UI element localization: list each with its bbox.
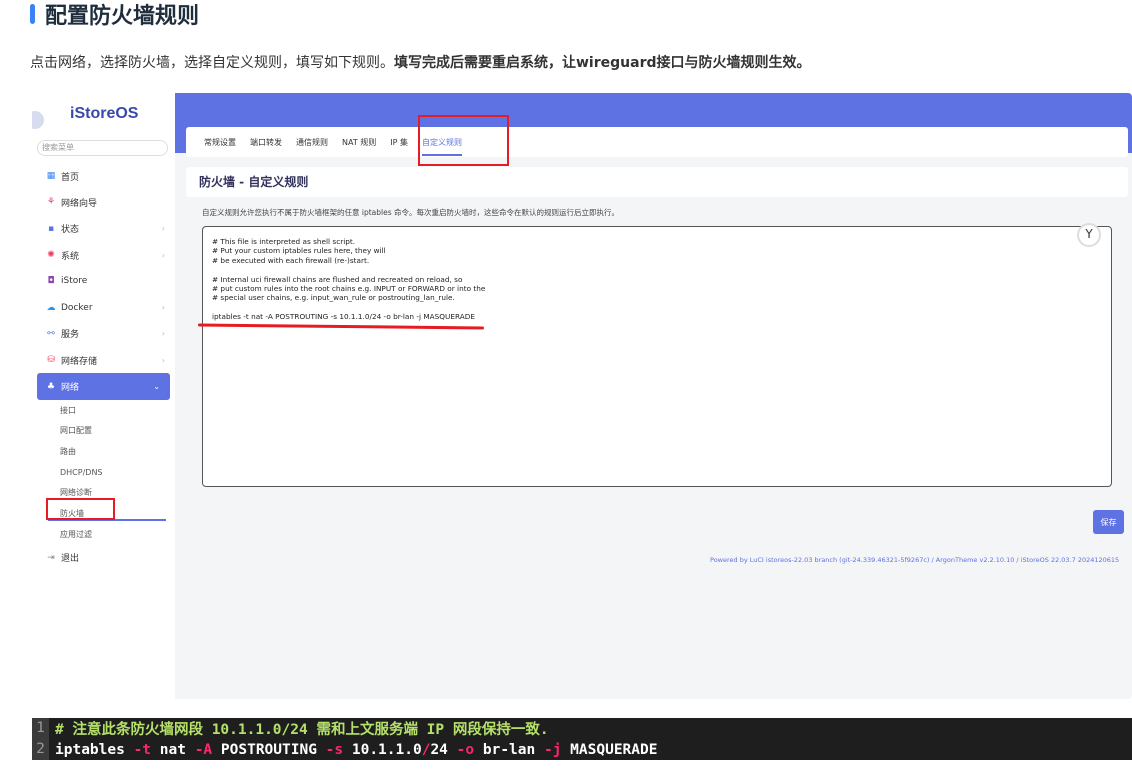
- article-description: 点击网络，选择防火墙，选择自定义规则，填写如下规则。填写完成后需要重启系统，让w…: [30, 55, 811, 71]
- editor-line: iptables -t nat -A POSTROUTING -s 10.1.1…: [212, 312, 475, 322]
- home-icon: ▦: [46, 171, 56, 182]
- highlight-box-custom-rules-tab: [418, 115, 509, 166]
- tab[interactable]: 端口转发: [250, 137, 282, 148]
- sidebar-item[interactable]: ◘ iStore: [32, 268, 175, 294]
- footer-version: Powered by LuCI istoreos-22.03 branch (g…: [710, 556, 1120, 564]
- submenu-item[interactable]: 接口: [32, 400, 175, 421]
- code-option: -j: [543, 741, 562, 758]
- article-heading: 配置防火墙规则: [30, 0, 200, 29]
- sidebar-item[interactable]: ⛁ 网络存储 ›: [32, 347, 175, 373]
- code-token: iptables: [55, 741, 134, 758]
- docker-icon: ☁: [46, 302, 56, 313]
- code-command: iptables -t nat -A POSTROUTING -s 10.1.1…: [55, 742, 657, 758]
- sidebar-item-logout[interactable]: ⇥ 退出: [32, 544, 175, 570]
- sidebar-item-label: Docker: [61, 302, 93, 313]
- code-token: br-lan: [474, 741, 544, 758]
- code-token: nat: [151, 741, 195, 758]
- network-icon: ♣: [46, 381, 56, 392]
- save-button[interactable]: 保存: [1093, 510, 1124, 534]
- sidebar-item-label: 服务: [61, 330, 80, 341]
- router-screenshot: iStoreOS 搜索菜单 ▦ 首页 ⚘ 网络向导 ▪ 状态 › ✺ 系统 › ◘ iStore ☁ Do…: [32, 93, 1132, 699]
- card-description: 自定义规则允许您执行不属于防火墙框架的任意 iptables 命令。每次重启防火…: [202, 208, 620, 217]
- sidebar-item-label: 首页: [61, 172, 80, 183]
- code-token: 24: [430, 741, 457, 758]
- editor-line: # put custom rules into the root chains …: [212, 284, 486, 294]
- code-option: -t: [133, 741, 152, 758]
- submenu-item[interactable]: 应用过滤: [32, 524, 175, 545]
- code-token: 10.1.1.0: [343, 741, 422, 758]
- chevron-icon: ›: [161, 355, 165, 365]
- sidebar-item-label: 系统: [61, 251, 80, 262]
- sidebar-item[interactable]: ☁ Docker ›: [32, 294, 175, 320]
- grammar-assistant-icon[interactable]: Y: [1077, 223, 1101, 247]
- search-menu-input[interactable]: 搜索菜单: [37, 140, 168, 156]
- tab[interactable]: IP 集: [390, 137, 408, 148]
- chevron-icon: ›: [161, 250, 165, 260]
- code-line: 2 iptables -t nat -A POSTROUTING -s 10.1…: [32, 739, 1132, 760]
- service-icon: ⚯: [47, 328, 55, 339]
- tab-bar: 常规设置 端口转发 通信规则 NAT 规则 IP 集自定义规则: [186, 127, 1128, 157]
- code-option: -A: [194, 741, 213, 758]
- tab[interactable]: 常规设置: [204, 137, 236, 148]
- code-line: 1 # 注意此条防火墙网段 10.1.1.0/24 需和上文服务端 IP 网段保…: [32, 718, 1132, 739]
- chevron-icon: ›: [161, 224, 165, 234]
- tab[interactable]: 通信规则: [296, 137, 328, 148]
- chevron-icon: ⌄: [153, 382, 160, 392]
- submenu-item[interactable]: DHCP/DNS: [32, 462, 175, 483]
- submenu-item[interactable]: 路由: [32, 441, 175, 462]
- editor-line: # be executed with each firewall (re-)st…: [212, 255, 370, 265]
- status-icon: ▪: [47, 223, 55, 234]
- highlight-box-firewall: [46, 498, 115, 520]
- page: 配置防火墙规则 点击网络，选择防火墙，选择自定义规则，填写如下规则。填写完成后需…: [0, 0, 1132, 771]
- sidebar-item[interactable]: ⚘ 网络向导: [32, 189, 175, 215]
- sidebar-item-label: 退出: [61, 554, 80, 565]
- sidebar-item[interactable]: ♣ 网络 ⌄: [37, 373, 170, 400]
- sidebar: iStoreOS 搜索菜单 ▦ 首页 ⚘ 网络向导 ▪ 状态 › ✺ 系统 › ◘ iStore ☁ Do…: [32, 93, 175, 699]
- editor-line: # special user chains, e.g. input_wan_ru…: [212, 293, 455, 303]
- code-token: POSTROUTING: [212, 741, 326, 758]
- store-icon: ◘: [47, 276, 55, 287]
- heading-accent-bar: [30, 4, 35, 24]
- sidebar-item[interactable]: ▦ 首页: [32, 163, 175, 189]
- editor-line: # This file is interpreted as shell scri…: [212, 237, 356, 246]
- sidebar-item-label: 网络: [61, 383, 80, 394]
- code-comment: # 注意此条防火墙网段 10.1.1.0/24 需和上文服务端 IP 网段保持一…: [55, 722, 549, 738]
- storage-icon: ⛁: [47, 355, 55, 366]
- system-icon: ✺: [47, 250, 55, 261]
- code-block: 1 # 注意此条防火墙网段 10.1.1.0/24 需和上文服务端 IP 网段保…: [32, 718, 1132, 760]
- tab[interactable]: NAT 规则: [342, 137, 376, 148]
- wizard-icon: ⚘: [46, 197, 56, 208]
- sidebar-item[interactable]: ⚯ 服务 ›: [32, 321, 175, 347]
- submenu-item[interactable]: 网口配置: [32, 420, 175, 441]
- main-content: 常规设置 端口转发 通信规则 NAT 规则 IP 集自定义规则 防火墙 - 自定义规则 …: [175, 93, 1132, 699]
- sidebar-item[interactable]: ✺ 系统 ›: [32, 242, 175, 268]
- editor-line: # Internal uci firewall chains are flush…: [212, 274, 463, 284]
- line-number: 1: [32, 718, 49, 739]
- sidebar-item-label: 状态: [61, 225, 80, 236]
- sidebar-item-label: 网络向导: [61, 198, 98, 209]
- sidebar-item-label: iStore: [61, 276, 88, 287]
- code-token: MASQUERADE: [561, 741, 658, 758]
- custom-rules-card: 防火墙 - 自定义规则 自定义规则允许您执行不属于防火墙框架的任意 iptabl…: [186, 167, 1128, 567]
- code-option: -s: [325, 741, 344, 758]
- article-title: 配置防火墙规则: [45, 4, 200, 29]
- logout-icon: ⇥: [47, 552, 55, 563]
- line-number: 2: [32, 739, 49, 760]
- sidebar-item-label: 网络存储: [61, 356, 98, 367]
- chevron-icon: ›: [161, 329, 165, 339]
- rules-editor[interactable]: Y # This file is interpreted as shell sc…: [202, 223, 1112, 487]
- editor-line: # Put your custom iptables rules here, t…: [212, 246, 386, 256]
- chevron-icon: ›: [161, 303, 165, 313]
- logo: iStoreOS: [70, 105, 139, 122]
- code-option: -o: [456, 741, 475, 758]
- logo-mark-icon: [32, 111, 44, 129]
- sidebar-item[interactable]: ▪ 状态 ›: [32, 216, 175, 242]
- card-title: 防火墙 - 自定义规则: [186, 167, 1128, 197]
